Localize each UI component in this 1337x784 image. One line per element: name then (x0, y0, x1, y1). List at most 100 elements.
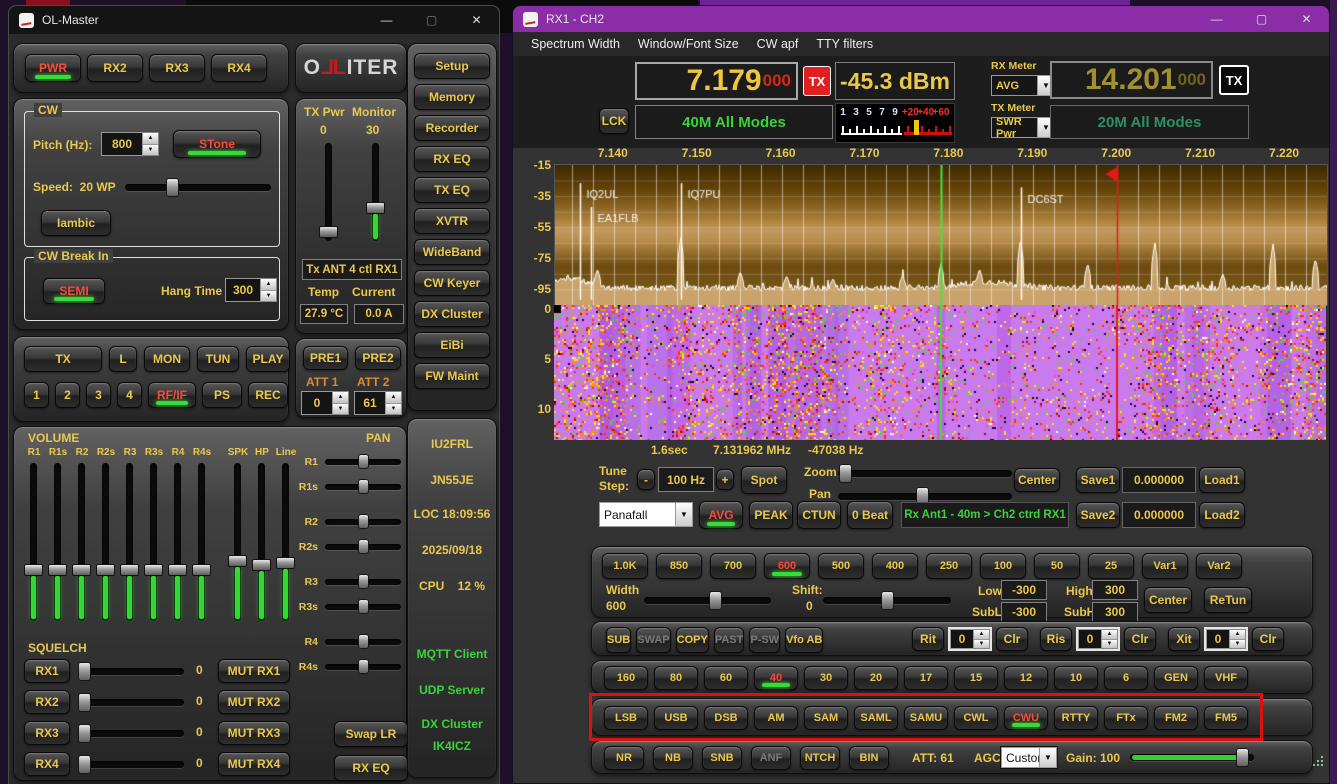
xit-spinner[interactable]: 0▲▼ (1204, 627, 1248, 651)
lock-button[interactable]: LCK (599, 108, 629, 134)
rx-select-row-2[interactable]: 2 (55, 382, 80, 408)
slider-thumb[interactable] (358, 659, 369, 674)
filter-width-row-250[interactable]: 250 (926, 553, 972, 579)
vfo-b-display[interactable]: 14.201000 (1050, 61, 1213, 99)
slider-thumb[interactable] (358, 599, 369, 614)
vfo-ops-row-swap[interactable]: SWAP (636, 627, 670, 653)
mode-row-cwu[interactable]: CWU (1004, 706, 1048, 730)
pan-slider-r4s[interactable]: R4s (292, 656, 404, 677)
volume-slider-r4[interactable]: R4 (166, 447, 190, 629)
vfo-ops-row-vfoab[interactable]: Vfo AB (785, 627, 823, 653)
subh-value[interactable]: 300 (1092, 602, 1138, 622)
slider-thumb[interactable] (881, 591, 894, 610)
att2-spinner[interactable]: 61▲▼ (354, 391, 402, 415)
mode-row-saml[interactable]: SAML (854, 706, 898, 730)
minimize-button[interactable]: — (364, 6, 409, 34)
rx-select-row-ps[interactable]: PS (202, 382, 242, 408)
filter-width-row-10k[interactable]: 1.0K (602, 553, 648, 579)
tx-row-mon[interactable]: MON (144, 346, 190, 372)
squelch-rx3-slider[interactable] (78, 730, 184, 737)
squelch-rx1-button[interactable]: RX1 (24, 659, 70, 683)
slider-thumb[interactable] (319, 226, 338, 238)
mute-rx4-button[interactable]: MUT RX4 (218, 752, 290, 776)
tx-meter-select[interactable]: SWR Pwr▼ (991, 117, 1055, 138)
zoom-slider[interactable] (838, 470, 1012, 477)
txpwr-slider[interactable] (325, 143, 332, 241)
pan-slider[interactable] (838, 493, 1012, 500)
slider-thumb[interactable] (252, 559, 271, 571)
peak-button[interactable]: PEAK (749, 501, 793, 529)
close-button[interactable]: ✕ (1284, 6, 1329, 32)
pre2-button[interactable]: PRE2 (355, 346, 401, 370)
vfo-a-display[interactable]: 7.179000 (635, 62, 798, 100)
slider-thumb[interactable] (358, 634, 369, 649)
volume-slider-r1s[interactable]: R1s (46, 447, 70, 629)
dsp-row-nr[interactable]: NR (604, 746, 644, 770)
rit-clear-button[interactable]: Clr (996, 627, 1028, 651)
mode-row-samu[interactable]: SAMU (904, 706, 948, 730)
rx-select-row-rec[interactable]: REC (248, 382, 288, 408)
slider-thumb[interactable] (192, 564, 211, 576)
dsp-row-bin[interactable]: BIN (849, 746, 889, 770)
side-button-column-xvtr[interactable]: XVTR (414, 208, 490, 234)
pan-slider-r2s[interactable]: R2s (292, 536, 404, 557)
filter-width-row-400[interactable]: 400 (872, 553, 918, 579)
slider-thumb[interactable] (358, 514, 369, 529)
power-row-rx3[interactable]: RX3 (149, 54, 205, 82)
band-row-gen[interactable]: GEN (1154, 666, 1198, 690)
band-row-6[interactable]: 6 (1104, 666, 1148, 690)
filter-width-row-500[interactable]: 500 (818, 553, 864, 579)
pre1-button[interactable]: PRE1 (303, 346, 348, 370)
vfo-ops-row-copy[interactable]: COPY (676, 627, 709, 653)
mute-rx1-button[interactable]: MUT RX1 (218, 659, 290, 683)
maximize-button[interactable]: ▢ (1239, 6, 1284, 32)
menu-spectrum-width[interactable]: Spectrum Width (529, 37, 622, 51)
squelch-rx2-slider[interactable] (78, 699, 184, 706)
waterfall-display[interactable] (554, 305, 1326, 440)
center-button[interactable]: Center (1014, 468, 1060, 492)
step-up-button[interactable]: + (716, 469, 734, 490)
mute-rx2-button[interactable]: MUT RX2 (218, 690, 290, 714)
display-mode-select[interactable]: Panafall▼ (599, 502, 693, 527)
slider-thumb[interactable] (24, 564, 43, 576)
pan-slider-r4[interactable]: R4 (292, 631, 404, 652)
semi-button[interactable]: SEMI (43, 278, 105, 304)
vfo-b-tx-button[interactable]: TX (1219, 65, 1249, 95)
side-button-column-txeq[interactable]: TX EQ (414, 177, 490, 203)
slider-thumb[interactable] (78, 693, 91, 712)
tx-row-tx[interactable]: TX (24, 346, 102, 372)
slider-thumb[interactable] (358, 539, 369, 554)
band-row-12[interactable]: 12 (1004, 666, 1048, 690)
retun-button[interactable]: ReTun (1204, 587, 1252, 613)
stone-button[interactable]: STone (173, 130, 261, 158)
slider-thumb[interactable] (78, 662, 91, 681)
band-row-vhf[interactable]: VHF (1204, 666, 1248, 690)
swap-lr-button[interactable]: Swap LR (334, 721, 408, 747)
subl-value[interactable]: -300 (1001, 602, 1047, 622)
side-button-column-setup[interactable]: Setup (414, 53, 490, 79)
volume-slider-spk[interactable]: SPK (226, 447, 250, 629)
tx-row-tun[interactable]: TUN (197, 346, 239, 372)
mode-row-lsb[interactable]: LSB (604, 706, 648, 730)
maximize-button[interactable]: ▢ (409, 6, 454, 34)
slider-thumb[interactable] (166, 178, 179, 197)
shift-slider[interactable] (823, 597, 951, 604)
side-button-column-rxeq[interactable]: RX EQ (414, 146, 490, 172)
filter-width-row-50[interactable]: 50 (1034, 553, 1080, 579)
mode-row-fm2[interactable]: FM2 (1154, 706, 1198, 730)
rit-spinner[interactable]: 0▲▼ (948, 627, 992, 651)
band-row-40[interactable]: 40 (754, 666, 798, 690)
slider-thumb[interactable] (144, 564, 163, 576)
slider-thumb[interactable] (358, 574, 369, 589)
slider-thumb[interactable] (96, 564, 115, 576)
high-value[interactable]: 300 (1092, 580, 1138, 600)
spectrum-display[interactable] (554, 164, 1328, 306)
ol-titlebar[interactable]: OL-Master — ▢ ✕ (9, 6, 499, 34)
rx-select-row-4[interactable]: 4 (117, 382, 142, 408)
volume-slider-r2[interactable]: R2 (70, 447, 94, 629)
mode-row-usb[interactable]: USB (654, 706, 698, 730)
mode-row-sam[interactable]: SAM (804, 706, 848, 730)
vfo-ops-row-psw[interactable]: P-SW (749, 627, 780, 653)
band-row-17[interactable]: 17 (904, 666, 948, 690)
volume-slider-r2s[interactable]: R2s (94, 447, 118, 629)
